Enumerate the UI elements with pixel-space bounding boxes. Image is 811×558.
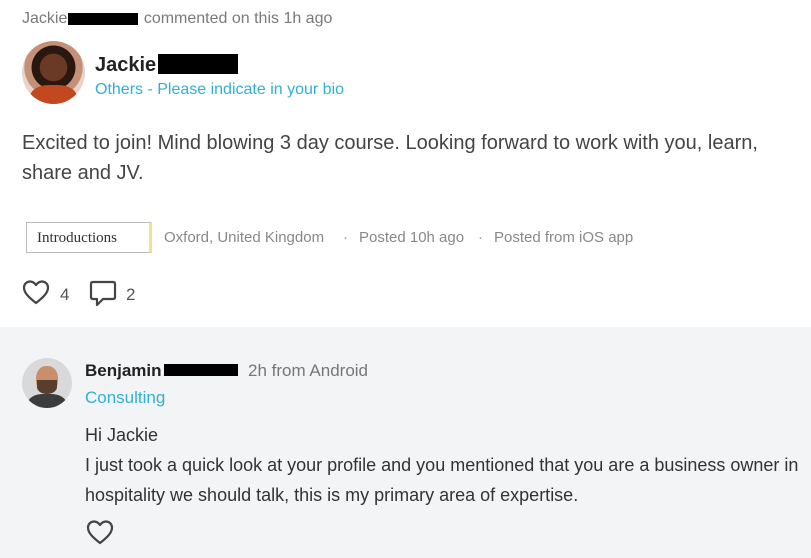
post-source: Posted from iOS app — [494, 229, 634, 246]
avatar[interactable] — [22, 358, 72, 408]
like-count: 4 — [60, 285, 70, 304]
comment-count: 2 — [126, 285, 136, 304]
avatar-shirt — [30, 85, 77, 104]
comment-author-first-name[interactable]: Benjamin — [85, 361, 162, 380]
comment-bubble-icon[interactable] — [89, 279, 117, 307]
heart-icon[interactable] — [22, 279, 50, 307]
activity-text: commented on this 1h ago — [143, 10, 333, 27]
comment-body: Hi Jackie I just took a quick look at yo… — [85, 420, 805, 510]
post-author-role[interactable]: Others - Please indicate in your bio — [95, 81, 344, 99]
activity-actor-name[interactable]: Jackie — [22, 10, 67, 27]
redacted-surname — [68, 12, 139, 25]
redacted-surname — [158, 54, 239, 74]
meta-separator: · — [478, 229, 483, 246]
avatar-beard — [37, 380, 57, 394]
comment-meta: 2h from Android — [248, 361, 369, 380]
post-author-first-name[interactable]: Jackie — [95, 54, 156, 76]
comment-author-name[interactable]: Benjamin — [85, 361, 238, 381]
post-time: Posted 10h ago — [359, 229, 465, 246]
post-author-name[interactable]: Jackie — [95, 54, 239, 77]
comment-greeting: Hi Jackie — [85, 425, 159, 445]
redacted-surname — [163, 364, 238, 376]
topic-tag[interactable]: Introductions — [26, 222, 152, 253]
heart-icon[interactable] — [86, 519, 114, 547]
comment-text: I just took a quick look at your profile… — [85, 455, 799, 505]
meta-separator: · — [343, 229, 348, 246]
post-location: Oxford, United Kingdom — [164, 229, 325, 246]
post-body: Excited to join! Mind blowing 3 day cour… — [22, 132, 758, 184]
comment-author-role[interactable]: Consulting — [85, 388, 165, 408]
avatar[interactable] — [22, 41, 85, 104]
activity-line: Jackie commented on this 1h ago — [22, 10, 332, 28]
avatar-body — [28, 394, 66, 408]
